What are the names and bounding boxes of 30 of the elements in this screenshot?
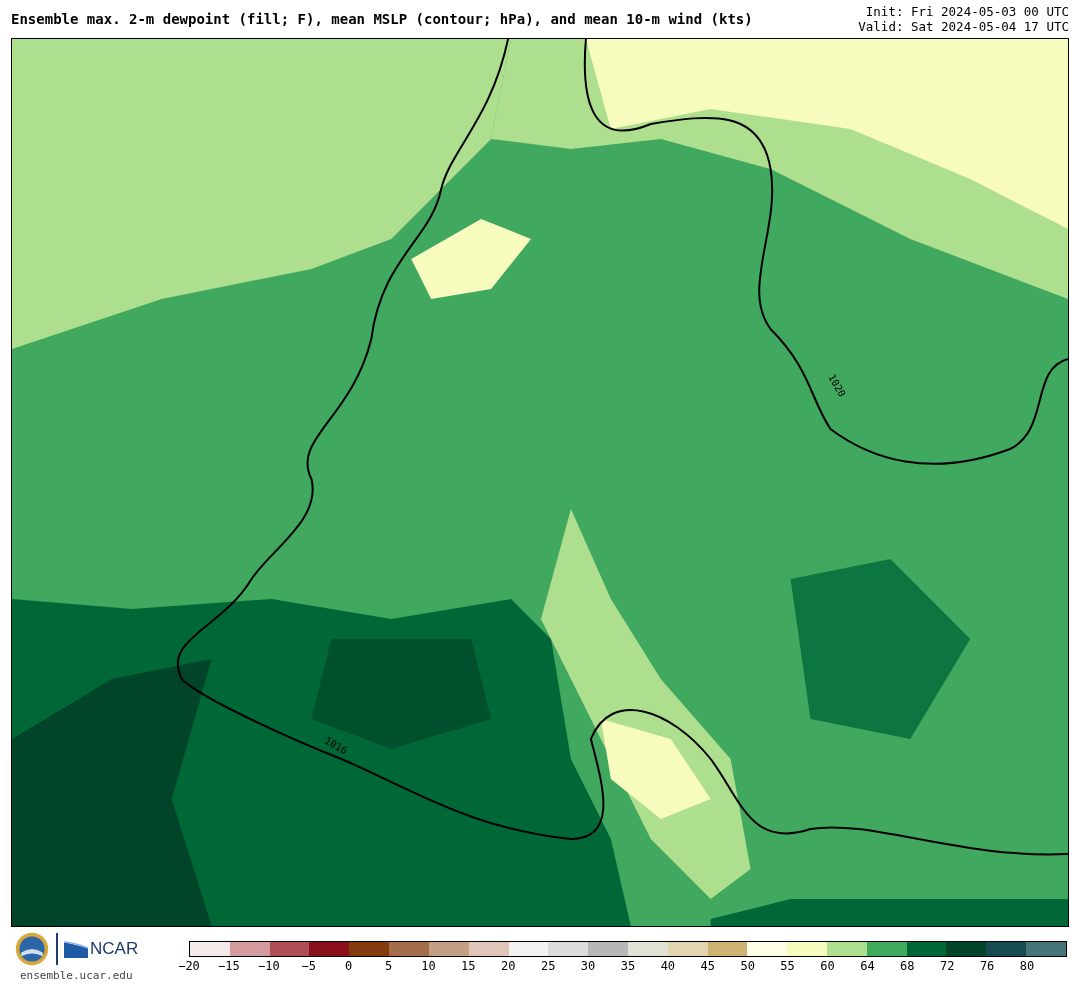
tick-label: 55	[780, 959, 795, 973]
chart-title: Ensemble max. 2-m dewpoint (fill; F), mean MSLP (contour; hPa), and mean 10-m wind (kts)	[11, 11, 753, 27]
tick-label: 0	[345, 959, 353, 973]
tick-label: 40	[660, 959, 676, 973]
tick-label: 60	[820, 959, 835, 973]
valid-time: Valid: Sat 2024-05-04 17 UTC	[858, 19, 1069, 34]
tick-label: 76	[979, 959, 995, 973]
seal-icon	[14, 931, 50, 967]
tick-label: 45	[700, 959, 715, 973]
tick-label: 64	[860, 959, 875, 973]
tick-label: 10	[421, 959, 436, 973]
init-time: Init: Fri 2024-05-03 00 UTC	[865, 4, 1069, 19]
logo-text: NCAR	[90, 939, 139, 959]
tick-label: −10	[257, 959, 280, 973]
tick-label: −15	[218, 959, 240, 973]
tick-label: 35	[620, 959, 636, 973]
tick-label: 50	[740, 959, 755, 973]
contour-label: 1016	[322, 734, 349, 756]
tick-label: −20	[178, 959, 200, 973]
tick-label: 20	[501, 959, 516, 973]
tick-label: 15	[461, 959, 476, 973]
tick-label: 30	[580, 959, 596, 973]
tick-label: 80	[1019, 959, 1035, 973]
site-url: ensemble.ucar.edu	[20, 969, 133, 982]
tick-label: −5	[301, 959, 316, 973]
ncar-logo-icon	[64, 940, 88, 958]
tick-label: 5	[384, 959, 393, 973]
tick-label: 72	[940, 959, 955, 973]
tick-label: 68	[900, 959, 915, 973]
tick-label: 25	[540, 959, 556, 973]
